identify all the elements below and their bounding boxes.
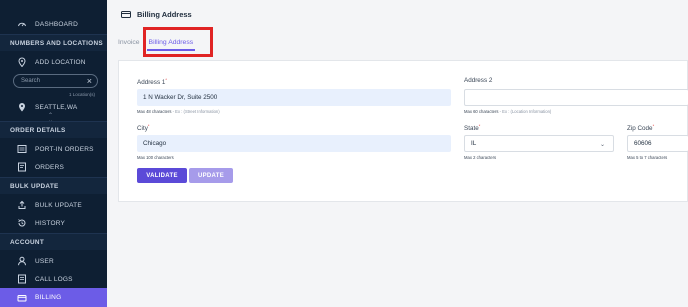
sidebar-item-port-in-orders[interactable]: PORT-IN ORDERS <box>0 140 107 158</box>
sidebar-item-label: SEATTLE,WA <box>35 103 78 111</box>
sidebar-item-label: PORT-IN ORDERS <box>35 145 94 153</box>
page-title: Billing Address <box>137 9 192 19</box>
credit-card-icon <box>121 10 131 18</box>
page-header: Billing Address <box>107 0 688 28</box>
sidebar-item-label: CALL LOGS <box>35 275 73 283</box>
validate-button[interactable]: VALIDATE <box>137 168 187 183</box>
address2-label: Address 2 <box>464 77 493 84</box>
credit-card-icon <box>17 293 27 303</box>
zip-input[interactable]: 60606 <box>627 135 688 152</box>
sidebar-item-label: BILLING <box>35 294 62 301</box>
zip-label: Zip Code* <box>627 123 655 133</box>
address1-input[interactable]: 1 N Wacker Dr, Suite 2500 <box>137 89 451 106</box>
orders-icon <box>17 162 27 172</box>
state-label: State* <box>464 123 481 133</box>
section-order-details: ORDER DETAILS <box>0 122 107 138</box>
call-log-icon <box>17 274 27 284</box>
user-icon <box>17 256 27 266</box>
sidebar-item-label: BULK UPDATE <box>35 201 82 209</box>
sidebar-item-label: HISTORY <box>35 219 66 227</box>
address2-input[interactable] <box>464 89 688 106</box>
sidebar-item-seattle[interactable]: SEATTLE,WA <box>0 98 107 116</box>
map-pin-icon <box>17 102 27 112</box>
city-label: City* <box>137 123 150 133</box>
state-select[interactable]: IL ⌄ <box>464 135 614 152</box>
tab-invoice[interactable]: Invoice <box>118 39 140 46</box>
sidebar-item-history[interactable]: HISTORY <box>0 214 107 232</box>
gauge-icon <box>17 19 27 29</box>
zip-hint: Max 5 to 7 characters <box>627 155 668 160</box>
sidebar-item-call-logs[interactable]: CALL LOGS <box>0 270 107 288</box>
section-numbers-locations: NUMBERS AND LOCATIONS <box>0 35 107 51</box>
address2-hint: Max 60 characters - Ex : (Location Infor… <box>464 109 552 114</box>
sidebar-item-dashboard[interactable]: DASHBOARD <box>0 15 107 33</box>
city-input[interactable]: Chicago <box>137 135 451 152</box>
history-icon <box>17 218 27 228</box>
location-search-input[interactable]: Search × <box>13 74 98 88</box>
search-placeholder: Search <box>21 78 41 84</box>
highlight-annotation <box>143 27 213 57</box>
sidebar-item-user[interactable]: USER <box>0 252 107 270</box>
sidebar-item-add-location[interactable]: ADD LOCATION <box>0 53 107 71</box>
sidebar-item-label: ORDERS <box>35 163 65 171</box>
map-pin-icon <box>17 57 27 68</box>
sidebar-item-label: ADD LOCATION <box>35 58 86 66</box>
city-hint: Max 100 characters <box>137 155 174 160</box>
app-root: DASHBOARD NUMBERS AND LOCATIONS ADD LOCA… <box>0 0 688 307</box>
section-bulk-update: BULK UPDATE <box>0 178 107 194</box>
billing-address-form: Address 1* 1 N Wacker Dr, Suite 2500 Max… <box>118 60 688 202</box>
address1-hint: Max 48 characters - Ex : (Street Informa… <box>137 109 220 114</box>
list-box-icon <box>17 144 27 154</box>
location-count: 1 Location(s) <box>68 92 95 97</box>
clear-icon[interactable]: × <box>87 76 92 86</box>
upload-icon <box>17 200 27 210</box>
update-button[interactable]: UPDATE <box>189 168 233 183</box>
sidebar-item-orders[interactable]: ORDERS <box>0 158 107 176</box>
chevron-down-icon: ⌄ <box>599 142 605 148</box>
sidebar-item-label: USER <box>35 257 54 265</box>
sidebar-item-bulk-update[interactable]: BULK UPDATE <box>0 196 107 214</box>
sidebar-item-billing[interactable]: BILLING <box>0 288 107 307</box>
state-hint: Max 2 characters <box>464 155 497 160</box>
sidebar-item-label: DASHBOARD <box>35 20 78 28</box>
section-account: ACCOUNT <box>0 234 107 250</box>
sidebar: DASHBOARD NUMBERS AND LOCATIONS ADD LOCA… <box>0 0 107 307</box>
address1-label: Address 1* <box>137 77 167 87</box>
